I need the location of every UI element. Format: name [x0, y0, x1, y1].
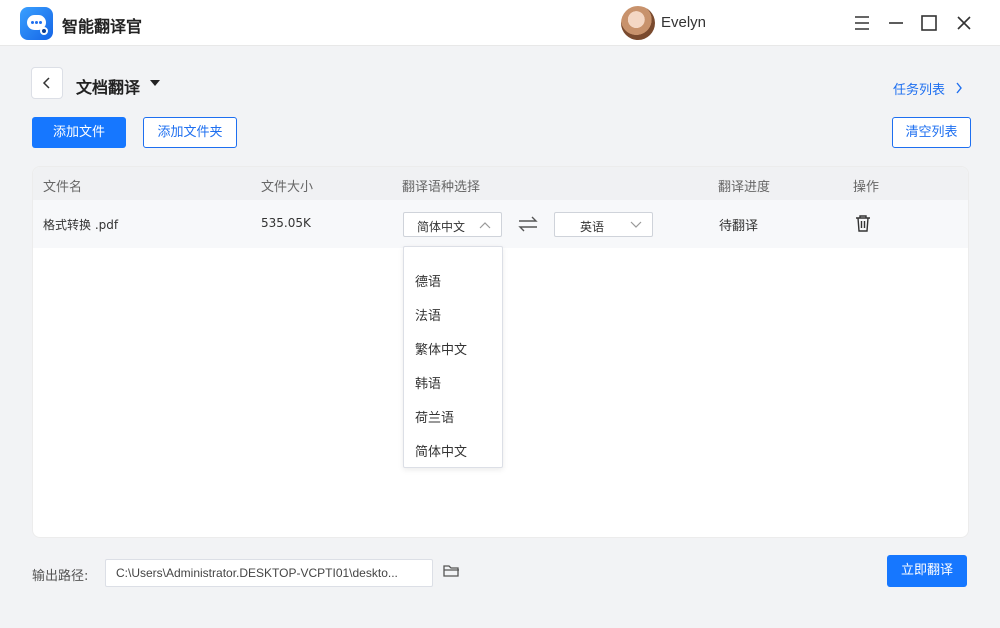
- dropdown-option[interactable]: 简体中文: [415, 441, 467, 460]
- file-name: 格式转换 .pdf: [43, 218, 119, 232]
- add-folder-button[interactable]: 添加文件夹: [143, 117, 237, 148]
- task-list-link[interactable]: 任务列表: [893, 79, 962, 98]
- chevron-down-icon: [630, 221, 642, 228]
- page-title: 文档翻译: [76, 78, 141, 97]
- app-logo-icon: [20, 7, 53, 40]
- column-header-actions: 操作: [853, 180, 880, 195]
- column-header-progress: 翻译进度: [718, 180, 771, 195]
- target-language-value: 英语: [580, 220, 605, 234]
- folder-icon[interactable]: [443, 564, 460, 582]
- column-header-language: 翻译语种选择: [402, 180, 481, 195]
- table-row: 格式转换 .pdf 535.05K 简体中文 英语 待翻译: [33, 200, 968, 248]
- dropdown-option[interactable]: 法语: [415, 305, 441, 324]
- username[interactable]: Evelyn: [661, 14, 706, 31]
- maximize-icon[interactable]: [919, 13, 939, 33]
- page-header: 文档翻译 任务列表: [0, 46, 1000, 120]
- menu-icon[interactable]: [852, 13, 872, 33]
- column-header-filename: 文件名: [43, 180, 83, 195]
- source-language-select[interactable]: 简体中文: [403, 212, 502, 237]
- dropdown-option[interactable]: 荷兰语: [415, 407, 454, 426]
- source-language-dropdown[interactable]: 德语 法语 繁体中文 韩语 荷兰语 简体中文: [403, 246, 503, 468]
- back-button[interactable]: [31, 67, 63, 99]
- caret-down-icon[interactable]: [150, 80, 160, 86]
- file-size: 535.05K: [261, 216, 311, 230]
- translation-status: 待翻译: [719, 219, 759, 234]
- dropdown-option[interactable]: 繁体中文: [415, 339, 467, 358]
- app-name: 智能翻译官: [62, 17, 143, 36]
- minimize-icon[interactable]: [886, 13, 906, 33]
- chevron-left-icon: [42, 77, 50, 89]
- source-language-value: 简体中文: [417, 220, 466, 234]
- column-header-filesize: 文件大小: [261, 180, 314, 195]
- dropdown-option[interactable]: 德语: [415, 271, 441, 290]
- output-path-field[interactable]: C:\Users\Administrator.DESKTOP-VCPTI01\d…: [105, 559, 433, 587]
- clear-list-button[interactable]: 清空列表: [892, 117, 971, 148]
- delete-icon[interactable]: [855, 214, 871, 236]
- task-list-label: 任务列表: [893, 83, 946, 98]
- chevron-right-icon: [956, 82, 962, 94]
- table-header: 文件名 文件大小 翻译语种选择 翻译进度 操作: [33, 167, 968, 200]
- swap-languages-icon[interactable]: [517, 216, 539, 236]
- chevron-up-icon: [479, 222, 491, 229]
- target-language-select[interactable]: 英语: [554, 212, 653, 237]
- close-icon[interactable]: [954, 13, 974, 33]
- avatar[interactable]: [621, 6, 655, 40]
- title-bar: 智能翻译官 Evelyn: [0, 0, 1000, 46]
- add-file-button[interactable]: 添加文件: [32, 117, 126, 148]
- translate-now-button[interactable]: 立即翻译: [887, 555, 967, 587]
- dropdown-option[interactable]: 韩语: [415, 373, 441, 392]
- output-path-label: 输出路径:: [32, 569, 89, 584]
